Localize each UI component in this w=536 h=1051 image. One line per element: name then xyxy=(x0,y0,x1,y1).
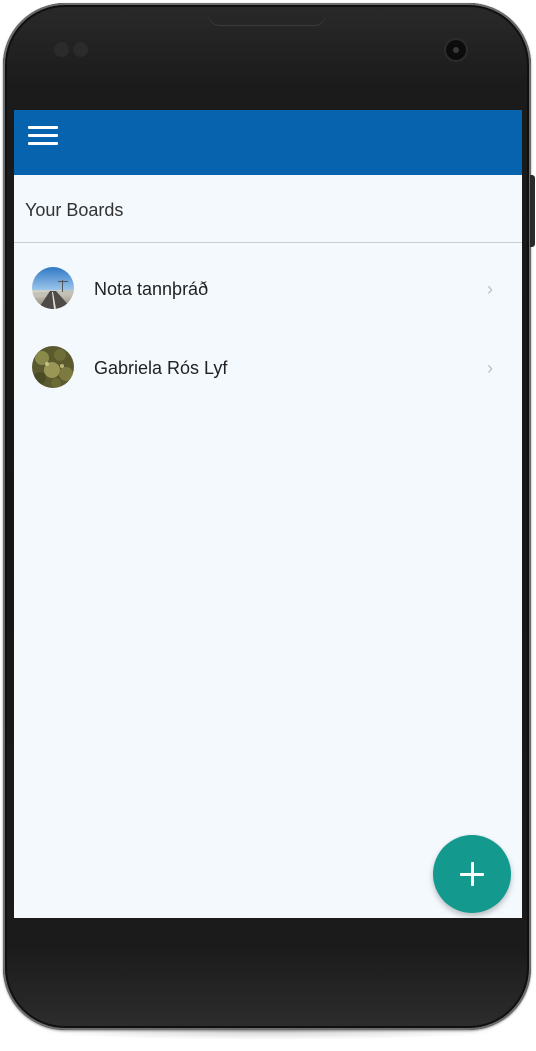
app-screen: Your Boards Nota tannþráð › Gabriela Rós… xyxy=(14,110,522,918)
menu-bar-line xyxy=(28,142,58,145)
page-title: Your Boards xyxy=(25,200,124,220)
board-item-gabriela-ros-lyf[interactable]: Gabriela Rós Lyf › xyxy=(14,324,522,403)
menu-bar-line xyxy=(28,126,58,129)
board-item-nota-tannthrad[interactable]: Nota tannþráð › xyxy=(14,245,522,324)
sensor-dot-icon xyxy=(73,42,88,57)
front-camera-icon xyxy=(446,40,466,60)
chevron-right-icon: › xyxy=(487,358,493,378)
sensor-dot-icon xyxy=(54,42,69,57)
earpiece-speaker xyxy=(208,14,326,26)
proximity-sensors xyxy=(54,42,94,58)
app-bar xyxy=(14,110,522,175)
board-list: Nota tannþráð › Gabriela Rós Lyf › xyxy=(14,243,522,403)
hamburger-menu-icon[interactable] xyxy=(22,120,62,152)
highway-landscape-avatar xyxy=(32,267,74,309)
plus-icon xyxy=(471,862,474,886)
device-frame-stage: Your Boards Nota tannþráð › Gabriela Rós… xyxy=(0,0,536,1051)
chevron-right-icon: › xyxy=(487,279,493,299)
side-power-button xyxy=(530,175,535,247)
board-label: Gabriela Rós Lyf xyxy=(94,358,228,378)
olive-texture-avatar xyxy=(32,346,74,388)
board-label: Nota tannþráð xyxy=(94,279,209,299)
boards-subheader: Your Boards xyxy=(14,175,522,243)
add-board-button[interactable] xyxy=(433,835,511,913)
menu-bar-line xyxy=(28,134,58,137)
